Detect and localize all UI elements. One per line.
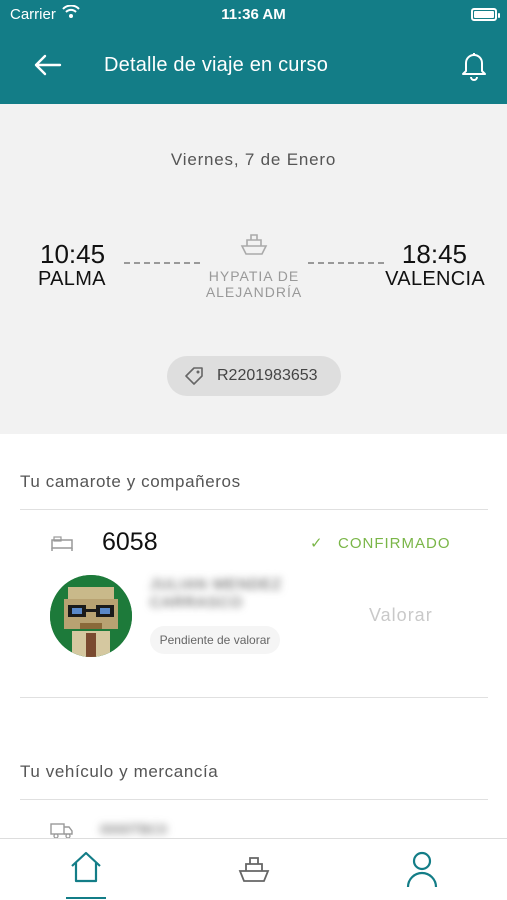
passenger-name-redacted: JULIAN MENDEZ CARRASCO: [150, 576, 283, 611]
route-line-left: [124, 262, 200, 264]
profile-icon: [406, 851, 438, 888]
arrow-left-icon[interactable]: [30, 50, 66, 80]
rate-button[interactable]: Valorar: [369, 605, 433, 626]
bottom-tab-bar: [0, 838, 507, 900]
status-time: 11:36 AM: [221, 6, 286, 23]
ship-icon: [240, 234, 268, 255]
divider: [20, 509, 488, 510]
truck-icon: [50, 823, 73, 839]
cabin-section-title: Tu camarote y compañeros: [20, 472, 241, 491]
ticket-icon: [185, 367, 203, 385]
cabin-number: 6058: [102, 528, 158, 556]
tab-profile[interactable]: [392, 847, 452, 897]
check-icon: ✓: [310, 535, 323, 552]
arrival-port: VALENCIA: [385, 268, 485, 290]
tab-trips[interactable]: [224, 847, 284, 897]
arrival-time: 18:45: [401, 239, 467, 269]
status-bar: Carrier 11:36 AM: [0, 4, 507, 28]
vehicle-section-title: Tu vehículo y mercancía: [20, 762, 219, 781]
booking-reference: R2201983653: [217, 367, 318, 384]
page-title: Detalle de viaje en curso: [104, 54, 329, 76]
departure-time: 10:45: [40, 239, 106, 269]
battery-icon: [471, 8, 500, 21]
ship-icon: [238, 857, 270, 882]
home-icon: [71, 851, 101, 883]
booking-reference-chip[interactable]: R2201983653: [167, 356, 341, 396]
tab-home[interactable]: [56, 847, 116, 899]
app-header: Carrier 11:36 AM Detalle de viaje en cur…: [0, 0, 507, 104]
pixel-avatar-image: [50, 575, 132, 657]
trip-date: Viernes, 7 de Enero: [170, 150, 337, 169]
trip-summary: Viernes, 7 de Enero 10:45 PALMA HYPATIA …: [0, 104, 507, 434]
divider: [20, 799, 488, 800]
vehicle-plate-redacted: 0000TBC0: [100, 821, 167, 837]
bed-icon: [51, 536, 73, 551]
rating-status-badge: Pendiente de valorar: [150, 626, 280, 654]
active-tab-indicator: [66, 897, 106, 899]
vessel-name: HYPATIA DE ALEJANDRÍA: [205, 268, 303, 300]
departure-port: PALMA: [38, 268, 106, 290]
route-line-right: [308, 262, 384, 264]
bell-icon[interactable]: [459, 49, 489, 81]
status-badge: CONFIRMADO: [338, 535, 451, 552]
divider: [20, 697, 488, 698]
avatar: [50, 575, 132, 657]
